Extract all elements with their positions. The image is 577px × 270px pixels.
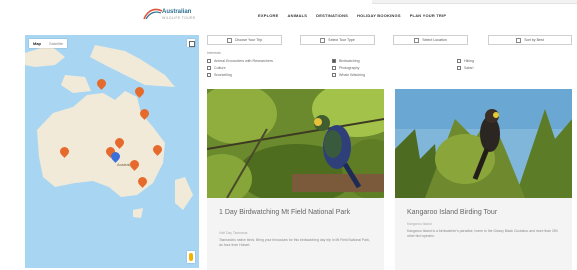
filter-icon: [320, 37, 326, 43]
checklist-column: Hiking Safari: [457, 59, 474, 70]
satellite-view-button[interactable]: Satellite: [45, 39, 67, 48]
nav-holiday-bookings[interactable]: HOLIDAY BOOKINGS: [357, 13, 401, 18]
tour-type-button[interactable]: Select Tour Type: [300, 35, 375, 45]
checkbox-item[interactable]: Hiking: [457, 59, 474, 63]
site-header: Australian WILDLIFE TOURS EXPLORE ANIMAL…: [0, 0, 577, 30]
location-icon: [414, 37, 420, 43]
checkbox[interactable]: [332, 66, 336, 70]
checkbox[interactable]: [457, 59, 461, 63]
location-button[interactable]: Select Location: [393, 35, 468, 45]
top-bar: [372, 0, 577, 4]
logo-name: Australian: [162, 9, 192, 15]
checkbox-label: Snorkelling: [214, 73, 232, 77]
logo-subtitle: WILDLIFE TOURS: [162, 16, 196, 20]
checkbox-label: Birdwatching: [339, 59, 360, 63]
tour-title[interactable]: Kangaroo Island Birding Tour: [407, 208, 557, 217]
checkbox[interactable]: [207, 59, 211, 63]
checkbox-item[interactable]: Animal Encounters with Researchers: [207, 59, 273, 63]
checkbox-label: Safari: [464, 66, 474, 70]
checkbox-label: Culture: [214, 66, 226, 70]
checkbox[interactable]: [207, 73, 211, 77]
checkbox-item[interactable]: Birdwatching: [332, 59, 365, 63]
sort-label: Sort by Best: [524, 38, 544, 42]
site-logo[interactable]: Australian WILDLIFE TOURS: [142, 5, 202, 25]
checklist-title: Interests: [207, 51, 221, 55]
fullscreen-icon[interactable]: [187, 39, 195, 47]
tour-description: Kangaroo Island is a birdwatcher's parad…: [407, 229, 558, 238]
nav-animals[interactable]: ANIMALS: [288, 13, 308, 18]
checklist-column: Birdwatching Photography Whale Watching: [332, 59, 365, 77]
interest-checklist: Interests Animal Encounters with Researc…: [207, 51, 572, 81]
card-body: Kangaroo Island Birding Tour Kangaroo Is…: [395, 198, 572, 270]
tour-meta: Half Day Tasmania: [219, 231, 248, 235]
logo-swoosh-icon: [143, 8, 163, 20]
checkbox-label: Animal Encounters with Researchers: [214, 59, 273, 63]
cockatoo-photo-image: [395, 89, 572, 198]
main-nav: EXPLORE ANIMALS DESTINATIONS HOLIDAY BOO…: [258, 13, 446, 18]
checkbox[interactable]: [457, 66, 461, 70]
checkbox-label: Whale Watching: [339, 73, 366, 77]
checkbox-item[interactable]: Snorkelling: [207, 73, 273, 77]
filter-bar: Choose Your Trip Select Tour Type Select…: [207, 35, 572, 45]
tour-type-label: Select Tour Type: [328, 38, 355, 42]
tour-description: Tasmania's native birds. Bring your bino…: [219, 238, 370, 247]
street-view-pegman-icon[interactable]: [187, 251, 195, 263]
tour-title[interactable]: 1 Day Birdwatching Mt Field National Par…: [219, 208, 369, 217]
map-type-toggle: Map Satellite: [29, 39, 68, 48]
checkbox[interactable]: [207, 66, 211, 70]
map-view-button[interactable]: Map: [29, 39, 45, 48]
checkbox-checked[interactable]: [332, 59, 336, 63]
checkbox-item[interactable]: Photography: [332, 66, 365, 70]
sort-button[interactable]: Sort by Best: [488, 35, 572, 45]
parrot-photo-image: [207, 89, 384, 198]
checklist-column: Animal Encounters with Researchers Cultu…: [207, 59, 273, 77]
nav-plan-your-trip[interactable]: PLAN YOUR TRIP: [410, 13, 447, 18]
checkbox-item[interactable]: Culture: [207, 66, 273, 70]
choose-trip-button[interactable]: Choose Your Trip: [207, 35, 282, 45]
checkbox-item[interactable]: Whale Watching: [332, 73, 365, 77]
calendar-icon: [226, 37, 232, 43]
tour-card[interactable]: Kangaroo Island Birding Tour Kangaroo Is…: [395, 89, 572, 270]
choose-trip-label: Choose Your Trip: [234, 38, 263, 42]
tour-photo[interactable]: [395, 89, 572, 198]
tour-map[interactable]: Map Satellite Australia: [25, 35, 199, 268]
checkbox[interactable]: [332, 73, 336, 77]
location-label: Select Location: [422, 38, 447, 42]
tour-meta: Kangaroo Island: [407, 222, 432, 226]
tour-photo[interactable]: [207, 89, 384, 198]
tour-card[interactable]: 1 Day Birdwatching Mt Field National Par…: [207, 89, 384, 270]
checkbox-label: Photography: [339, 66, 360, 70]
card-body: 1 Day Birdwatching Mt Field National Par…: [207, 198, 384, 270]
checkbox-item[interactable]: Safari: [457, 66, 474, 70]
nav-destinations[interactable]: DESTINATIONS: [316, 13, 348, 18]
nav-explore[interactable]: EXPLORE: [258, 13, 279, 18]
sort-icon: [516, 37, 522, 43]
checkbox-label: Hiking: [464, 59, 474, 63]
